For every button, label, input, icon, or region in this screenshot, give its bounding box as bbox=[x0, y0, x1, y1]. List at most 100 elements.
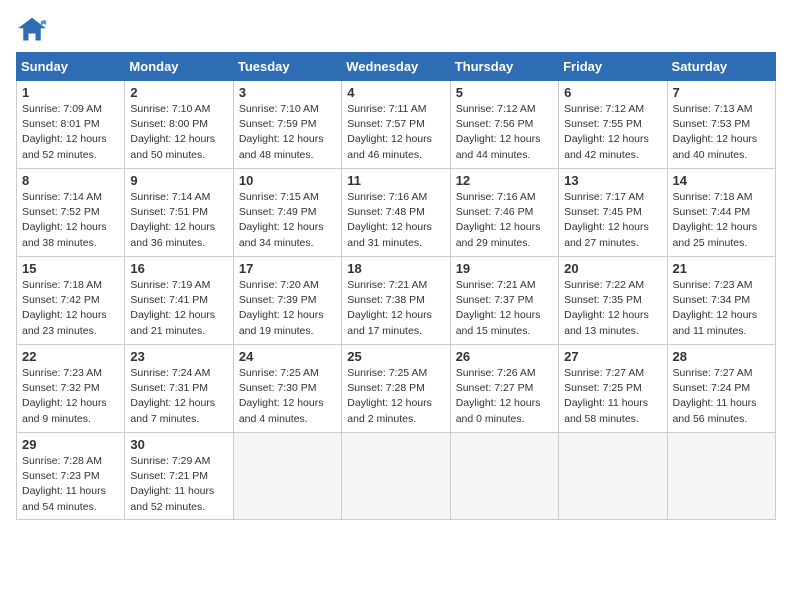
daylight-label: Daylight: 12 hours and 9 minutes. bbox=[22, 397, 107, 424]
cell-info: Sunrise: 7:12 AM Sunset: 7:56 PM Dayligh… bbox=[456, 102, 553, 163]
day-number: 3 bbox=[239, 85, 336, 100]
cell-info: Sunrise: 7:23 AM Sunset: 7:32 PM Dayligh… bbox=[22, 366, 119, 427]
calendar-cell: 29 Sunrise: 7:28 AM Sunset: 7:23 PM Dayl… bbox=[17, 433, 125, 520]
sunrise-label: Sunrise: 7:21 AM bbox=[347, 279, 427, 291]
sunset-label: Sunset: 7:59 PM bbox=[239, 118, 317, 130]
daylight-label: Daylight: 12 hours and 34 minutes. bbox=[239, 221, 324, 248]
daylight-label: Daylight: 11 hours and 54 minutes. bbox=[22, 485, 106, 512]
weekday-header-saturday: Saturday bbox=[667, 53, 775, 81]
cell-info: Sunrise: 7:10 AM Sunset: 7:59 PM Dayligh… bbox=[239, 102, 336, 163]
daylight-label: Daylight: 12 hours and 25 minutes. bbox=[673, 221, 758, 248]
sunset-label: Sunset: 7:38 PM bbox=[347, 294, 425, 306]
sunrise-label: Sunrise: 7:18 AM bbox=[673, 191, 753, 203]
cell-info: Sunrise: 7:16 AM Sunset: 7:48 PM Dayligh… bbox=[347, 190, 444, 251]
calendar-cell: 12 Sunrise: 7:16 AM Sunset: 7:46 PM Dayl… bbox=[450, 169, 558, 257]
daylight-label: Daylight: 12 hours and 23 minutes. bbox=[22, 309, 107, 336]
sunset-label: Sunset: 7:32 PM bbox=[22, 382, 100, 394]
day-number: 12 bbox=[456, 173, 553, 188]
page-header bbox=[16, 16, 776, 44]
calendar-cell: 10 Sunrise: 7:15 AM Sunset: 7:49 PM Dayl… bbox=[233, 169, 341, 257]
sunrise-label: Sunrise: 7:25 AM bbox=[347, 367, 427, 379]
calendar-cell: 27 Sunrise: 7:27 AM Sunset: 7:25 PM Dayl… bbox=[559, 345, 667, 433]
sunset-label: Sunset: 7:28 PM bbox=[347, 382, 425, 394]
day-number: 26 bbox=[456, 349, 553, 364]
weekday-header-tuesday: Tuesday bbox=[233, 53, 341, 81]
daylight-label: Daylight: 12 hours and 36 minutes. bbox=[130, 221, 215, 248]
sunrise-label: Sunrise: 7:28 AM bbox=[22, 455, 102, 467]
day-number: 14 bbox=[673, 173, 770, 188]
day-number: 19 bbox=[456, 261, 553, 276]
sunrise-label: Sunrise: 7:14 AM bbox=[130, 191, 210, 203]
sunset-label: Sunset: 7:53 PM bbox=[673, 118, 751, 130]
sunset-label: Sunset: 7:44 PM bbox=[673, 206, 751, 218]
sunset-label: Sunset: 7:30 PM bbox=[239, 382, 317, 394]
day-number: 23 bbox=[130, 349, 227, 364]
calendar-cell: 22 Sunrise: 7:23 AM Sunset: 7:32 PM Dayl… bbox=[17, 345, 125, 433]
cell-info: Sunrise: 7:23 AM Sunset: 7:34 PM Dayligh… bbox=[673, 278, 770, 339]
calendar-cell: 2 Sunrise: 7:10 AM Sunset: 8:00 PM Dayli… bbox=[125, 81, 233, 169]
daylight-label: Daylight: 12 hours and 15 minutes. bbox=[456, 309, 541, 336]
daylight-label: Daylight: 12 hours and 50 minutes. bbox=[130, 133, 215, 160]
daylight-label: Daylight: 12 hours and 13 minutes. bbox=[564, 309, 649, 336]
cell-info: Sunrise: 7:25 AM Sunset: 7:30 PM Dayligh… bbox=[239, 366, 336, 427]
day-number: 16 bbox=[130, 261, 227, 276]
sunset-label: Sunset: 7:23 PM bbox=[22, 470, 100, 482]
daylight-label: Daylight: 12 hours and 0 minutes. bbox=[456, 397, 541, 424]
cell-info: Sunrise: 7:10 AM Sunset: 8:00 PM Dayligh… bbox=[130, 102, 227, 163]
calendar-week-2: 15 Sunrise: 7:18 AM Sunset: 7:42 PM Dayl… bbox=[17, 257, 776, 345]
cell-info: Sunrise: 7:13 AM Sunset: 7:53 PM Dayligh… bbox=[673, 102, 770, 163]
sunrise-label: Sunrise: 7:23 AM bbox=[22, 367, 102, 379]
sunrise-label: Sunrise: 7:10 AM bbox=[239, 103, 319, 115]
daylight-label: Daylight: 12 hours and 38 minutes. bbox=[22, 221, 107, 248]
sunset-label: Sunset: 7:56 PM bbox=[456, 118, 534, 130]
sunrise-label: Sunrise: 7:13 AM bbox=[673, 103, 753, 115]
daylight-label: Daylight: 11 hours and 58 minutes. bbox=[564, 397, 648, 424]
calendar-cell bbox=[342, 433, 450, 520]
day-number: 24 bbox=[239, 349, 336, 364]
cell-info: Sunrise: 7:09 AM Sunset: 8:01 PM Dayligh… bbox=[22, 102, 119, 163]
cell-info: Sunrise: 7:14 AM Sunset: 7:52 PM Dayligh… bbox=[22, 190, 119, 251]
day-number: 15 bbox=[22, 261, 119, 276]
day-number: 17 bbox=[239, 261, 336, 276]
sunset-label: Sunset: 7:25 PM bbox=[564, 382, 642, 394]
sunrise-label: Sunrise: 7:23 AM bbox=[673, 279, 753, 291]
calendar-cell: 26 Sunrise: 7:26 AM Sunset: 7:27 PM Dayl… bbox=[450, 345, 558, 433]
sunrise-label: Sunrise: 7:10 AM bbox=[130, 103, 210, 115]
calendar-cell: 18 Sunrise: 7:21 AM Sunset: 7:38 PM Dayl… bbox=[342, 257, 450, 345]
calendar-cell bbox=[233, 433, 341, 520]
daylight-label: Daylight: 12 hours and 29 minutes. bbox=[456, 221, 541, 248]
logo-icon bbox=[16, 16, 48, 44]
calendar-cell: 30 Sunrise: 7:29 AM Sunset: 7:21 PM Dayl… bbox=[125, 433, 233, 520]
sunrise-label: Sunrise: 7:21 AM bbox=[456, 279, 536, 291]
cell-info: Sunrise: 7:26 AM Sunset: 7:27 PM Dayligh… bbox=[456, 366, 553, 427]
calendar-cell: 1 Sunrise: 7:09 AM Sunset: 8:01 PM Dayli… bbox=[17, 81, 125, 169]
weekday-header-friday: Friday bbox=[559, 53, 667, 81]
calendar-week-1: 8 Sunrise: 7:14 AM Sunset: 7:52 PM Dayli… bbox=[17, 169, 776, 257]
sunrise-label: Sunrise: 7:12 AM bbox=[456, 103, 536, 115]
sunset-label: Sunset: 8:00 PM bbox=[130, 118, 208, 130]
day-number: 7 bbox=[673, 85, 770, 100]
day-number: 9 bbox=[130, 173, 227, 188]
calendar-cell: 19 Sunrise: 7:21 AM Sunset: 7:37 PM Dayl… bbox=[450, 257, 558, 345]
sunrise-label: Sunrise: 7:09 AM bbox=[22, 103, 102, 115]
sunrise-label: Sunrise: 7:27 AM bbox=[673, 367, 753, 379]
cell-info: Sunrise: 7:22 AM Sunset: 7:35 PM Dayligh… bbox=[564, 278, 661, 339]
day-number: 1 bbox=[22, 85, 119, 100]
sunset-label: Sunset: 7:37 PM bbox=[456, 294, 534, 306]
sunset-label: Sunset: 7:31 PM bbox=[130, 382, 208, 394]
sunrise-label: Sunrise: 7:15 AM bbox=[239, 191, 319, 203]
day-number: 8 bbox=[22, 173, 119, 188]
daylight-label: Daylight: 12 hours and 46 minutes. bbox=[347, 133, 432, 160]
cell-info: Sunrise: 7:21 AM Sunset: 7:37 PM Dayligh… bbox=[456, 278, 553, 339]
daylight-label: Daylight: 12 hours and 48 minutes. bbox=[239, 133, 324, 160]
cell-info: Sunrise: 7:14 AM Sunset: 7:51 PM Dayligh… bbox=[130, 190, 227, 251]
day-number: 6 bbox=[564, 85, 661, 100]
cell-info: Sunrise: 7:15 AM Sunset: 7:49 PM Dayligh… bbox=[239, 190, 336, 251]
day-number: 10 bbox=[239, 173, 336, 188]
sunrise-label: Sunrise: 7:12 AM bbox=[564, 103, 644, 115]
daylight-label: Daylight: 12 hours and 2 minutes. bbox=[347, 397, 432, 424]
daylight-label: Daylight: 12 hours and 21 minutes. bbox=[130, 309, 215, 336]
sunset-label: Sunset: 7:39 PM bbox=[239, 294, 317, 306]
calendar-cell: 14 Sunrise: 7:18 AM Sunset: 7:44 PM Dayl… bbox=[667, 169, 775, 257]
cell-info: Sunrise: 7:27 AM Sunset: 7:24 PM Dayligh… bbox=[673, 366, 770, 427]
